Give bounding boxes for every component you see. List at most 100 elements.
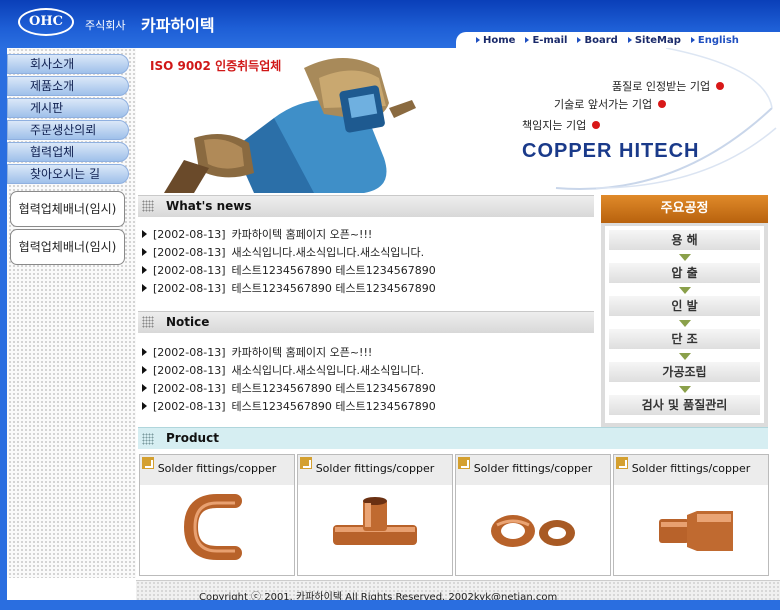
reducer-fitting-image (659, 511, 733, 551)
news-item[interactable]: [2002-08-13] 새소식입니다.새소식입니다.새소식입니다. (142, 244, 424, 260)
news-header: What's news (138, 195, 594, 217)
down-arrow-icon (679, 386, 691, 393)
slogan-line: 품질로 인정받는 기업 (612, 78, 725, 94)
product-card[interactable]: Solder fittings/copper (139, 454, 295, 576)
partner-banner[interactable]: 협력업체배너(임시) (10, 191, 125, 227)
product-card-title: Solder fittings/copper (157, 462, 277, 475)
notice-item[interactable]: [2002-08-13] 카파하이텍 홈페이지 오픈~!!! (142, 344, 372, 360)
notice-header: Notice (138, 311, 594, 333)
news-title: What's news (166, 199, 252, 213)
ring-fitting-image (491, 515, 575, 547)
product-card-title: Solder fittings/copper (631, 462, 751, 475)
process-step: 검사 및 품질관리 (609, 395, 760, 415)
grip-icon (142, 433, 154, 445)
bullet-triangle-icon (142, 402, 147, 410)
news-date: [2002-08-13] (153, 245, 226, 259)
sidebar-item-order[interactable]: 주문생산의뢰 (7, 120, 129, 140)
product-card[interactable]: Solder fittings/copper (455, 454, 611, 576)
partner-banner[interactable]: 협력업체배너(임시) (10, 229, 125, 265)
sidebar-item-board[interactable]: 게시판 (7, 98, 129, 118)
news-text: 새소식입니다.새소식입니다.새소식입니다. (231, 246, 425, 259)
left-stripe (0, 48, 7, 610)
grip-icon (142, 200, 154, 212)
red-dot-icon (716, 82, 725, 90)
nav-english-link[interactable]: English (690, 34, 739, 46)
news-date: [2002-08-13] (153, 227, 226, 241)
sidebar-item-partners[interactable]: 협력업체 (7, 142, 129, 162)
u-bend-fitting-image (183, 494, 242, 560)
sidebar-item-directions[interactable]: 찾아오시는 길 (7, 164, 129, 184)
process-step: 압 출 (609, 263, 760, 283)
grip-icon (142, 316, 154, 328)
arrow-icon (476, 37, 480, 43)
hero-banner: ISO 9002 인증취득업체 품질로 인정받는 기업 기술로 앞서가는 기업 … (136, 48, 780, 193)
nav-home-link[interactable]: Home (476, 35, 515, 46)
header: OHC 주식회사 카파하이텍 Home E-mail Board SiteMap… (0, 0, 780, 48)
notice-text: 카파하이텍 홈페이지 오픈~!!! (231, 346, 373, 359)
news-text: 카파하이텍 홈페이지 오픈~!!! (231, 228, 373, 241)
notice-date: [2002-08-13] (153, 345, 226, 359)
news-item[interactable]: [2002-08-13] 카파하이텍 홈페이지 오픈~!!! (142, 226, 372, 242)
red-dot-icon (592, 121, 601, 129)
nav-email-link[interactable]: E-mail (525, 35, 567, 46)
news-item[interactable]: [2002-08-13] 테스트1234567890 테스트1234567890 (142, 280, 436, 296)
notice-text: 테스트1234567890 테스트1234567890 (231, 382, 436, 395)
bullet-triangle-icon (142, 284, 147, 292)
bottom-bar (0, 600, 780, 610)
process-steps: 용 해 압 출 인 발 단 조 가공조립 검사 및 품질관리 (605, 226, 764, 423)
notice-text: 새소식입니다.새소식입니다.새소식입니다. (231, 364, 425, 377)
nav-label: Home (483, 34, 516, 46)
slogan-text: 기술로 앞서가는 기업 (554, 98, 653, 111)
company-name: 카파하이텍 (141, 16, 215, 35)
nav-sitemap-link[interactable]: SiteMap (627, 34, 681, 46)
process-title: 주요공정 (601, 195, 768, 223)
arrow-icon (690, 37, 695, 43)
nav-label: SiteMap (634, 34, 681, 46)
down-arrow-icon (679, 320, 691, 327)
product-title: Product (166, 431, 219, 445)
product-card[interactable]: Solder fittings/copper (297, 454, 453, 576)
news-text: 테스트1234567890 테스트1234567890 (231, 282, 436, 295)
bullet-triangle-icon (142, 248, 147, 256)
notice-item[interactable]: [2002-08-13] 테스트1234567890 테스트1234567890 (142, 380, 436, 396)
news-text: 테스트1234567890 테스트1234567890 (231, 264, 436, 277)
company-logo[interactable]: OHC (18, 8, 74, 36)
down-arrow-icon (679, 287, 691, 294)
arrow-icon (577, 37, 582, 43)
nav-label: E-mail (532, 34, 568, 46)
brand-name: COPPER HITECH (522, 140, 700, 162)
notice-item[interactable]: [2002-08-13] 새소식입니다.새소식입니다.새소식입니다. (142, 362, 424, 378)
process-step: 단 조 (609, 329, 760, 349)
notice-title: Notice (166, 315, 210, 329)
process-step: 용 해 (609, 230, 760, 250)
bullet-triangle-icon (142, 348, 147, 356)
sidebar-item-company[interactable]: 회사소개 (7, 54, 129, 74)
bullet-triangle-icon (142, 230, 147, 238)
product-header: Product (138, 427, 768, 449)
news-date: [2002-08-13] (153, 281, 226, 295)
bullet-triangle-icon (142, 366, 147, 374)
nav-label: English (697, 34, 739, 46)
nav-board-link[interactable]: Board (577, 35, 618, 46)
notice-text: 테스트1234567890 테스트1234567890 (231, 400, 436, 413)
arrow-icon (627, 37, 632, 43)
process-step: 가공조립 (609, 362, 760, 382)
tee-fitting-image (333, 497, 417, 545)
process-step: 인 발 (609, 296, 760, 316)
notice-item[interactable]: [2002-08-13] 테스트1234567890 테스트1234567890 (142, 398, 436, 414)
down-arrow-icon (679, 353, 691, 360)
product-card-title: Solder fittings/copper (473, 462, 593, 475)
product-card-title: Solder fittings/copper (315, 462, 435, 475)
down-arrow-icon (679, 254, 691, 261)
slogan-line: 기술로 앞서가는 기업 (554, 96, 667, 112)
news-item[interactable]: [2002-08-13] 테스트1234567890 테스트1234567890 (142, 262, 436, 278)
product-card[interactable]: Solder fittings/copper (613, 454, 769, 576)
slogan-text: 품질로 인정받는 기업 (612, 80, 711, 93)
bullet-triangle-icon (142, 384, 147, 392)
notice-date: [2002-08-13] (153, 381, 226, 395)
company-prefix: 주식회사 (85, 19, 126, 32)
sidebar-item-products[interactable]: 제품소개 (7, 76, 129, 96)
process-panel: 주요공정 용 해 압 출 인 발 단 조 가공조립 검사 및 품질관리 (601, 195, 768, 427)
news-date: [2002-08-13] (153, 263, 226, 277)
notice-date: [2002-08-13] (153, 399, 226, 413)
